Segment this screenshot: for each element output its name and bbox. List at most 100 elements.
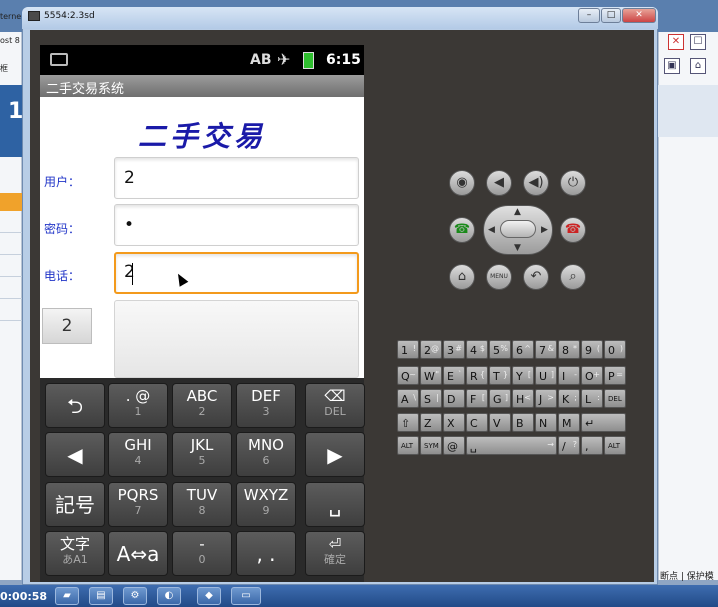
hw-key[interactable]: K;	[558, 389, 580, 408]
back-icon[interactable]: ↶	[523, 264, 549, 290]
hw-key-alt-label: [	[527, 370, 531, 379]
taskbar-app-icon[interactable]: ◆	[197, 587, 221, 605]
hw-key[interactable]: C	[466, 413, 488, 432]
hw-key[interactable]: N	[535, 413, 557, 432]
hw-key[interactable]: G]	[489, 389, 511, 408]
bg-toolbar-icon[interactable]: ▣	[664, 58, 680, 74]
search-icon[interactable]: ⌕	[560, 264, 586, 290]
hw-key[interactable]: M	[558, 413, 580, 432]
hw-key[interactable]: H <	[512, 389, 534, 408]
hw-key[interactable]: V	[489, 413, 511, 432]
taskbar-window-icon[interactable]: ▭	[231, 587, 261, 605]
taskbar-folder-icon[interactable]: ▰	[55, 587, 79, 605]
next-input-field[interactable]	[114, 300, 359, 378]
moji-key[interactable]: 文字 あA1	[45, 531, 105, 576]
hw-key[interactable]: S |	[420, 389, 442, 408]
ghi-key[interactable]: GHI 4	[108, 432, 168, 477]
kigou-key[interactable]: 記号	[45, 482, 105, 527]
emulator-titlebar[interactable]	[22, 7, 658, 29]
hw-key[interactable]: R{	[466, 366, 488, 385]
hw-key[interactable]: Y[	[512, 366, 534, 385]
hw-key-label: G	[493, 393, 502, 406]
end-call-icon[interactable]: ☎	[560, 217, 586, 243]
hw-key[interactable]: I-	[558, 366, 580, 385]
jkl-key[interactable]: JKL 5	[172, 432, 232, 477]
hw-key[interactable]: 0)	[604, 340, 626, 359]
bg-tab-icon[interactable]: ☐	[690, 34, 706, 50]
space-key[interactable]: ␣	[305, 482, 365, 527]
zero-key[interactable]: -0	[172, 531, 232, 576]
hw-key[interactable]: Q ~	[397, 366, 419, 385]
hw-key[interactable]: DEL	[604, 389, 626, 408]
hw-key[interactable]: U]	[535, 366, 557, 385]
close-button[interactable]: ✕	[622, 8, 656, 23]
call-icon[interactable]: ☎	[449, 217, 475, 243]
bg-toolbar-icon[interactable]: ⌂	[690, 58, 706, 74]
hw-key[interactable]: W "	[420, 366, 442, 385]
hw-key[interactable]: A \	[397, 389, 419, 408]
hw-key[interactable]: @	[443, 436, 465, 455]
tuv-key[interactable]: TUV 8	[172, 482, 232, 527]
hw-key[interactable]: Z	[420, 413, 442, 432]
def-key[interactable]: DEF 3	[236, 383, 296, 428]
hw-key[interactable]: 5%	[489, 340, 511, 359]
taskbar-settings-icon[interactable]: ⚙	[123, 587, 147, 605]
confirm-key[interactable]: ⏎ 確定	[305, 531, 365, 576]
hw-key[interactable]: ,	[581, 436, 603, 455]
hw-key-alt-label: <	[524, 393, 531, 402]
taskbar-eclipse-icon[interactable]: ◐	[157, 587, 181, 605]
case-toggle-key[interactable]: A⇔a	[108, 531, 168, 576]
hw-key[interactable]: F[	[466, 389, 488, 408]
hw-key[interactable]: ↵	[581, 413, 626, 432]
wxyz-key[interactable]: WXYZ 9	[236, 482, 296, 527]
hw-key[interactable]: 4 $	[466, 340, 488, 359]
hw-key[interactable]: X	[443, 413, 465, 432]
minimize-button[interactable]: –	[578, 8, 600, 23]
pqrs-key[interactable]: PQRS 7	[108, 482, 168, 527]
dpad-center-button[interactable]	[500, 220, 536, 238]
enter-key[interactable]: ⮌	[45, 383, 105, 428]
phone-input[interactable]: 2	[114, 252, 359, 294]
hw-key[interactable]: D	[443, 389, 465, 408]
key-label: MNO	[248, 436, 284, 454]
hw-key[interactable]: 8 *	[558, 340, 580, 359]
delete-key[interactable]: ⌫ DEL	[305, 383, 365, 428]
home-icon[interactable]: ⌂	[449, 264, 475, 290]
hw-key[interactable]: 2 @	[420, 340, 442, 359]
hw-key[interactable]: 7 &	[535, 340, 557, 359]
hw-key[interactable]: O +	[581, 366, 603, 385]
hw-key[interactable]: E `	[443, 366, 465, 385]
password-input[interactable]: •	[114, 204, 359, 246]
suggestion-candidate[interactable]: 2	[42, 308, 92, 344]
hw-key[interactable]: B	[512, 413, 534, 432]
bg-close-tab-icon[interactable]: ✕	[668, 34, 684, 50]
taskbar-document-icon[interactable]: ▤	[89, 587, 113, 605]
power-icon[interactable]: ⏻	[560, 170, 586, 196]
hw-key[interactable]: 1!	[397, 340, 419, 359]
hw-key[interactable]: J >	[535, 389, 557, 408]
hw-key[interactable]: P =	[604, 366, 626, 385]
right-key[interactable]: ▶	[305, 432, 365, 477]
left-key[interactable]: ◀	[45, 432, 105, 477]
volume-down-icon[interactable]: ◀	[486, 170, 512, 196]
hw-key[interactable]: ALT	[397, 436, 419, 455]
maximize-button[interactable]: □	[601, 8, 621, 23]
abc-key[interactable]: ABC 2	[172, 383, 232, 428]
punct-key[interactable]: , .	[236, 531, 296, 576]
hw-key[interactable]: L:	[581, 389, 603, 408]
symbol-key[interactable]: . @1	[108, 383, 168, 428]
hw-key[interactable]: ␣ →	[466, 436, 557, 455]
hw-key[interactable]: 3 #	[443, 340, 465, 359]
mno-key[interactable]: MNO 6	[236, 432, 296, 477]
hw-key[interactable]: ALT	[604, 436, 626, 455]
hw-key[interactable]: T}	[489, 366, 511, 385]
hw-key[interactable]: 6 ^	[512, 340, 534, 359]
menu-button[interactable]: MENU	[486, 264, 512, 290]
hw-key[interactable]: 9(	[581, 340, 603, 359]
hw-key[interactable]: /?	[558, 436, 580, 455]
user-input[interactable]: 2	[114, 157, 359, 199]
volume-up-icon[interactable]: ◀)	[523, 170, 549, 196]
camera-button-icon[interactable]: ◉	[449, 170, 475, 196]
hw-key[interactable]: ⇧	[397, 413, 419, 432]
hw-key[interactable]: SYM	[420, 436, 442, 455]
